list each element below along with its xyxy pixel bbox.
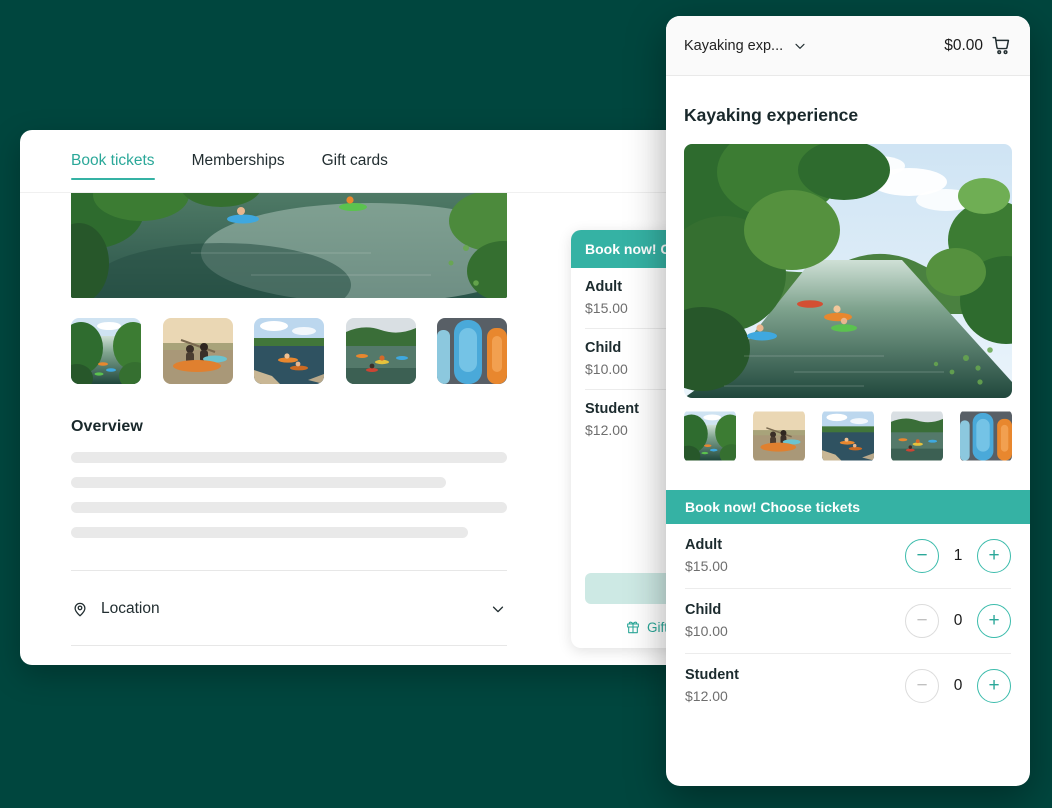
ticket-price: $10.00 <box>685 623 728 639</box>
decrease-quantity-button[interactable]: − <box>905 604 939 638</box>
ticket-name: Adult <box>685 537 728 553</box>
gift-icon <box>625 619 641 635</box>
gallery-thumbnail-lake[interactable] <box>254 318 324 384</box>
gallery-thumbnail-lake[interactable] <box>822 410 874 462</box>
text-placeholder-block <box>71 452 507 538</box>
gift-link-label: Gift <box>647 620 668 635</box>
gallery-thumbnail-group[interactable] <box>891 410 943 462</box>
quantity-value: 1 <box>952 547 964 565</box>
gallery-thumbnail-couple-kayak[interactable] <box>163 318 233 384</box>
quantity-stepper: − 0 + <box>905 604 1011 638</box>
plus-icon: + <box>988 546 999 565</box>
event-photo-main <box>71 193 507 298</box>
tab-book-tickets[interactable]: Book tickets <box>71 132 155 190</box>
text-placeholder-bar <box>71 452 507 463</box>
tab-label: Gift cards <box>322 152 388 169</box>
ticket-row: Child $10.00 − 0 + <box>685 589 1011 654</box>
ticket-list: Adult $15.00 − 1 + Child $10.00 − <box>685 524 1011 718</box>
ticket-row: Student $12.00 − 0 + <box>685 654 1011 718</box>
overview-title: Overview <box>71 418 507 436</box>
plus-icon: + <box>988 676 999 695</box>
location-accordion[interactable]: Location <box>71 588 507 630</box>
text-placeholder-bar <box>71 527 468 538</box>
gallery-thumbnail-river[interactable] <box>684 410 736 462</box>
tab-memberships[interactable]: Memberships <box>192 132 285 190</box>
quantity-stepper: − 1 + <box>905 539 1011 573</box>
increase-quantity-button[interactable]: + <box>977 539 1011 573</box>
event-title: Kayaking experience <box>684 105 858 126</box>
widget-header: Kayaking exp... $0.00 <box>666 16 1030 76</box>
tab-bar: Book tickets Memberships Gift cards <box>20 130 680 193</box>
decrease-quantity-button[interactable]: − <box>905 669 939 703</box>
text-placeholder-bar <box>71 502 507 513</box>
minus-icon: − <box>916 611 927 630</box>
cart-total: $0.00 <box>944 37 983 55</box>
quantity-value: 0 <box>952 612 964 630</box>
gallery-thumbnail-couple-kayak[interactable] <box>753 410 805 462</box>
shopping-cart-icon <box>991 35 1012 56</box>
cart-button[interactable]: $0.00 <box>944 35 1012 56</box>
plus-icon: + <box>988 611 999 630</box>
ticket-price: $15.00 <box>685 558 728 574</box>
storefront-panel: Book tickets Memberships Gift cards Over… <box>20 130 680 665</box>
event-selector-dropdown[interactable]: Kayaking exp... <box>684 38 808 54</box>
quantity-value: 0 <box>952 677 964 695</box>
ticket-widget-panel: Kayaking exp... $0.00 Kayaking experienc… <box>666 16 1030 786</box>
gallery-thumbnail-kayaks-closeup[interactable] <box>960 410 1012 462</box>
ticket-name: Child <box>685 602 728 618</box>
ticket-row: Adult $15.00 − 1 + <box>685 524 1011 589</box>
photo-gallery <box>684 410 1012 462</box>
map-pin-icon <box>71 600 89 618</box>
tab-gift-cards[interactable]: Gift cards <box>322 132 388 190</box>
location-label: Location <box>101 600 160 618</box>
photo-gallery <box>71 318 507 384</box>
tab-label: Book tickets <box>71 152 155 169</box>
minus-icon: − <box>916 546 927 565</box>
chevron-down-icon <box>792 38 808 54</box>
gift-tickets-link[interactable]: Gift <box>625 619 668 635</box>
chevron-down-icon[interactable] <box>489 600 507 618</box>
increase-quantity-button[interactable]: + <box>977 604 1011 638</box>
event-selector-label: Kayaking exp... <box>684 38 783 54</box>
overview-section: Overview <box>71 418 507 552</box>
gallery-thumbnail-kayaks-closeup[interactable] <box>437 318 507 384</box>
ticket-price: $12.00 <box>685 688 739 704</box>
gallery-thumbnail-river[interactable] <box>71 318 141 384</box>
divider <box>71 570 507 571</box>
minus-icon: − <box>916 676 927 695</box>
quantity-stepper: − 0 + <box>905 669 1011 703</box>
increase-quantity-button[interactable]: + <box>977 669 1011 703</box>
divider <box>71 645 507 646</box>
tab-label: Memberships <box>192 152 285 169</box>
decrease-quantity-button[interactable]: − <box>905 539 939 573</box>
text-placeholder-bar <box>71 477 446 488</box>
ticket-name: Student <box>685 667 739 683</box>
gallery-thumbnail-group[interactable] <box>346 318 416 384</box>
event-photo-main <box>684 144 1012 398</box>
choose-tickets-banner: Book now! Choose tickets <box>666 490 1030 524</box>
